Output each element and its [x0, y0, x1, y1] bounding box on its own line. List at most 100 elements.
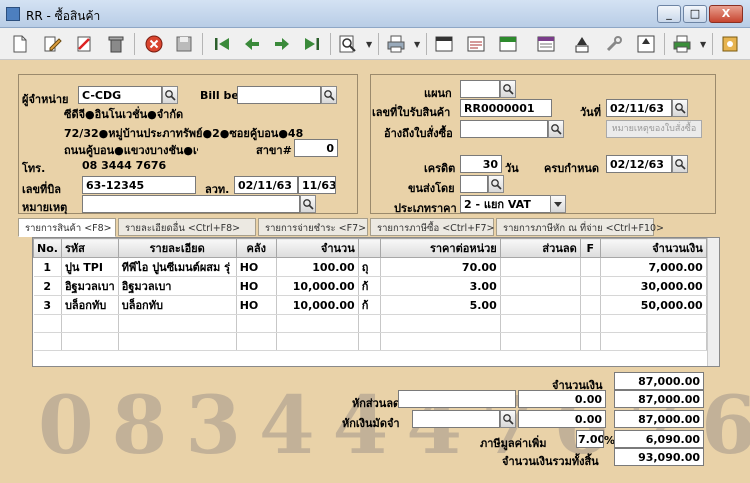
discount-field[interactable]: 0.00 — [518, 390, 606, 408]
bill-date-field[interactable]: 02/11/63 — [234, 176, 298, 194]
row-amount: 7,000.00 — [600, 257, 707, 277]
remark-search-icon[interactable] — [300, 195, 316, 213]
tab-payments[interactable]: รายการจ่ายชำระ <F7> — [258, 218, 368, 236]
col-discount[interactable]: ส่วนลด — [499, 238, 581, 258]
prev-icon[interactable] — [240, 32, 264, 56]
table-row[interactable]: 1 ปูน TPI ทีพีไอ ปูนซีเมนต์ผสม รุ่ HO 10… — [33, 257, 707, 277]
vat-rate-field[interactable]: 7.00 — [576, 430, 604, 448]
col-description[interactable]: รายละเอียด — [117, 238, 237, 258]
ok2-icon[interactable] — [634, 32, 658, 56]
printer2-dropdown-icon[interactable]: ▼ — [700, 40, 706, 49]
ship-search-icon[interactable] — [488, 175, 504, 193]
window-title: RR - ซื้อสินค้า — [26, 9, 101, 23]
next-icon[interactable] — [270, 32, 294, 56]
note-icon[interactable] — [432, 32, 456, 56]
grid-scrollbar[interactable] — [707, 238, 719, 366]
billbe-label: Bill be — [200, 89, 239, 102]
stop-icon[interactable] — [142, 32, 166, 56]
deposit-search-icon[interactable] — [500, 410, 516, 428]
new-icon[interactable] — [8, 32, 32, 56]
supplier-search-icon[interactable] — [162, 86, 178, 104]
col-flag[interactable]: F — [579, 238, 601, 258]
phone-value: 08 3444 7676 — [82, 159, 167, 172]
price-type-label: ประเภทราคา — [394, 202, 457, 215]
dept-field[interactable] — [460, 80, 500, 98]
print-icon[interactable] — [384, 32, 408, 56]
table-row[interactable] — [33, 314, 707, 333]
row-description: ทีพีไอ ปูนซีเมนต์ผสม รุ่ — [118, 257, 237, 277]
bill-no-field[interactable]: 63-12345 — [82, 176, 196, 194]
first-icon[interactable] — [210, 32, 234, 56]
row-no: 3 — [33, 295, 62, 315]
report-icon[interactable] — [534, 32, 558, 56]
supplier-name: ซีดีจี●อินโนเวชั่น●จำกัด — [64, 108, 184, 121]
credit-field[interactable]: 30 — [460, 155, 502, 173]
receipt-no-field[interactable]: RR0000001 — [460, 99, 552, 117]
row-unit-price: 3.00 — [380, 276, 501, 296]
row-amount: 30,000.00 — [600, 276, 707, 296]
col-amount[interactable]: จำนวนเงิน — [599, 238, 707, 258]
po-note-button[interactable]: หมายเหตุของใบสั่งซื้อ — [606, 120, 702, 138]
tab-details[interactable]: รายละเอียดอื่น <Ctrl+F8> — [118, 218, 256, 236]
supplier-code-field[interactable]: C-CDG — [78, 86, 162, 104]
row-qty: 10,000.00 — [276, 295, 359, 315]
col-warehouse[interactable]: คลัง — [235, 238, 277, 258]
row-qty: 10,000.00 — [276, 276, 359, 296]
row-discount — [500, 276, 581, 296]
po-ref-search-icon[interactable] — [548, 120, 564, 138]
vat-field: 6,090.00 — [614, 430, 704, 448]
tab-purchase-tax[interactable]: รายการภาษีซื้อ <Ctrl+F7> — [370, 218, 495, 236]
col-unit-price[interactable]: ราคาต่อหน่วย — [379, 238, 501, 258]
tab-withholding-tax[interactable]: รายการภาษีหัก ณ ที่จ่าย <Ctrl+F10> — [496, 218, 664, 236]
settings-icon[interactable] — [718, 32, 742, 56]
table-row[interactable] — [33, 332, 707, 351]
tools-icon[interactable] — [602, 32, 626, 56]
maximize-button[interactable]: □ — [683, 5, 707, 23]
deposit-field[interactable]: 0.00 — [518, 410, 606, 428]
branch-field[interactable]: 0 — [294, 139, 338, 157]
billbe-search-icon[interactable] — [321, 86, 337, 104]
receipt-date-field[interactable]: 02/11/63 — [606, 99, 672, 117]
row-unit: ก้ — [358, 295, 381, 315]
row-code: ปูน TPI — [61, 257, 119, 277]
last-icon[interactable] — [300, 32, 324, 56]
price-type-dropdown-icon[interactable] — [550, 195, 566, 213]
due-date-label: ครบกำหนด — [544, 162, 599, 175]
col-code[interactable]: รหัส — [60, 238, 119, 258]
tab-items[interactable]: รายการสินค้า <F8> — [18, 218, 116, 237]
print-dropdown-icon[interactable]: ▼ — [414, 40, 420, 49]
bill-date2-field[interactable]: 11/63 — [298, 176, 336, 194]
receipt-date-search-icon[interactable] — [672, 99, 688, 117]
dept-search-icon[interactable] — [500, 80, 516, 98]
find-dropdown-icon[interactable]: ▼ — [366, 40, 372, 49]
remark-field[interactable] — [82, 195, 300, 213]
po-ref-field[interactable] — [460, 120, 548, 138]
remark-label: หมายเหตุ — [22, 201, 68, 214]
close-button[interactable]: X — [709, 5, 743, 23]
deposit-text-field[interactable] — [412, 410, 500, 428]
due-date-search-icon[interactable] — [672, 155, 688, 173]
po-icon[interactable] — [496, 32, 520, 56]
printer2-icon[interactable] — [670, 32, 694, 56]
discount-text-field[interactable] — [398, 390, 516, 408]
col-no[interactable]: No. — [33, 238, 62, 258]
ship-field[interactable] — [460, 175, 488, 193]
minimize-button[interactable]: _ — [657, 5, 681, 23]
col-qty[interactable]: จำนวน — [275, 238, 359, 258]
title-bar: RR - ซื้อสินค้า _ □ X — [0, 0, 750, 28]
billbe-field[interactable] — [237, 86, 321, 104]
table-row[interactable]: 3 บล็อกทับ บล็อกทับ HO 10,000.00 ก้ 5.00… — [33, 295, 707, 315]
ok-icon[interactable] — [570, 32, 594, 56]
cancel-doc-icon[interactable] — [72, 32, 96, 56]
edit-icon[interactable] — [40, 32, 64, 56]
due-date-field[interactable]: 02/12/63 — [606, 155, 672, 173]
credit-unit: วัน — [505, 162, 519, 175]
find-icon[interactable] — [336, 32, 360, 56]
save-icon[interactable] — [172, 32, 196, 56]
grand-total-label: จำนวนเงินรวมทั้งสิ้น — [502, 455, 599, 468]
table-row[interactable]: 2 อิฐมวลเบา อิฐมวลเบา HO 10,000.00 ก้ 3.… — [33, 276, 707, 296]
doc-icon[interactable] — [464, 32, 488, 56]
price-type-select[interactable]: 2 - แยก VAT — [460, 195, 552, 213]
trash-icon[interactable] — [104, 32, 128, 56]
col-unit[interactable] — [357, 238, 381, 258]
